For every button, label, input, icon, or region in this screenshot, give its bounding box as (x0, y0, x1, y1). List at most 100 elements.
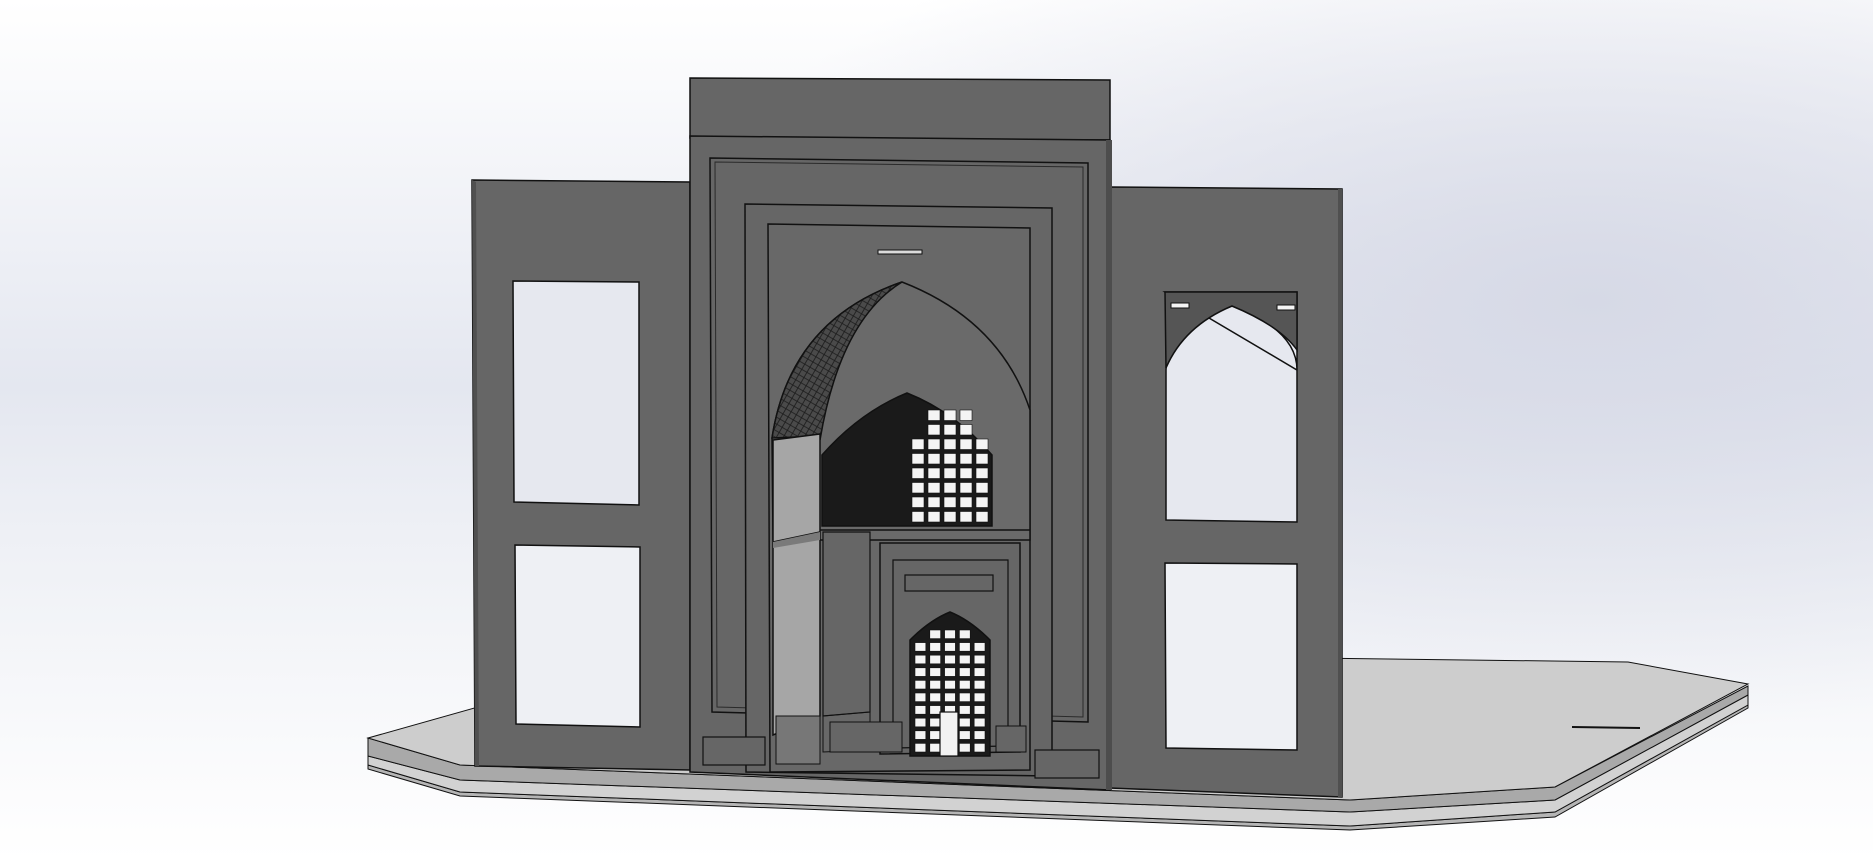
niche-base-panel-2 (829, 721, 903, 753)
lattice-cell (959, 654, 971, 665)
right-lower-window (1164, 562, 1298, 751)
lattice-cell (975, 438, 989, 450)
entrance-door (939, 711, 959, 757)
portal-base-panel-left (702, 736, 766, 766)
niche-side-wall (772, 433, 821, 737)
lattice-cell (911, 467, 925, 479)
lattice-cell (911, 496, 925, 508)
lattice-cell (975, 496, 989, 508)
lattice-cell (927, 496, 941, 508)
lattice-cell (927, 467, 941, 479)
lattice-cell (943, 424, 957, 436)
portal-parapet (689, 77, 1111, 141)
niche-lower-side-panel (822, 531, 871, 717)
lattice-cell (959, 743, 971, 753)
lattice-cell (929, 642, 941, 652)
lattice-cell (959, 692, 971, 702)
lattice-cell (959, 680, 971, 690)
lattice-cell (911, 453, 925, 465)
lattice-cell (973, 642, 986, 652)
lattice-cell (959, 717, 971, 728)
lattice-cell (929, 692, 941, 702)
lattice-cell (911, 511, 925, 523)
central-portal (689, 77, 1112, 791)
lattice-cell (973, 654, 986, 665)
lattice-cell (914, 667, 927, 677)
lattice-cell (944, 667, 956, 677)
lattice-cell (973, 692, 986, 702)
lattice-cell (927, 453, 941, 465)
lattice-cell (929, 705, 941, 715)
lattice-cell (929, 730, 941, 740)
lattice-cell (943, 496, 957, 508)
lattice-cell (973, 717, 986, 728)
lattice-cell (943, 467, 957, 479)
lattice-cell (959, 424, 973, 436)
right-spandrel-slot-right (1276, 304, 1296, 311)
left-upper-window (512, 280, 640, 506)
lattice-cell (929, 667, 941, 677)
lattice-cell (944, 680, 956, 690)
lattice-cell (944, 629, 956, 639)
lattice-cell (914, 654, 927, 665)
lattice-cell (914, 642, 927, 652)
lattice-cell (929, 629, 941, 639)
lattice-cell (959, 730, 971, 740)
niche-base-panel-1 (775, 715, 821, 765)
model-scene (0, 0, 1873, 860)
lattice-cell (975, 482, 989, 494)
lattice-cell (929, 717, 941, 728)
lattice-cell (927, 482, 941, 494)
cad-viewport[interactable] (0, 0, 1873, 860)
lattice-cell (973, 680, 986, 690)
lattice-cell (944, 654, 956, 665)
lattice-cell (959, 453, 973, 465)
right-wing-wall (1109, 186, 1343, 798)
lattice-cell (943, 482, 957, 494)
lattice-cell (943, 511, 957, 523)
lattice-cell (914, 730, 927, 740)
lattice-cell (959, 667, 971, 677)
lattice-cell (959, 438, 973, 450)
lattice-cell (973, 705, 986, 715)
lattice-cell (929, 743, 941, 753)
lattice-cell (975, 511, 989, 523)
lattice-cell (943, 438, 957, 450)
lattice-cell (959, 629, 971, 639)
lattice-cell (944, 642, 956, 652)
portal-base-panel-right (1034, 749, 1100, 779)
right-spandrel-slot-left (1170, 302, 1190, 309)
lattice-cell (975, 467, 989, 479)
lattice-cell (927, 409, 941, 421)
lattice-cell (914, 743, 927, 753)
lattice-cell (927, 438, 941, 450)
entrance-transom (904, 574, 994, 592)
lattice-cell (973, 667, 986, 677)
lattice-cell (911, 482, 925, 494)
lattice-cell (959, 511, 973, 523)
lattice-cell (959, 705, 971, 715)
portal-top-slot (877, 249, 923, 255)
lattice-cell (929, 680, 941, 690)
lattice-cell (973, 743, 986, 753)
lattice-cell (911, 438, 925, 450)
lattice-cell (943, 453, 957, 465)
lattice-cell (929, 654, 941, 665)
lattice-cell (914, 692, 927, 702)
lattice-cell (914, 680, 927, 690)
lattice-cell (914, 717, 927, 728)
lattice-cell (944, 692, 956, 702)
niche-base-panel-3 (995, 725, 1027, 753)
lattice-cell (959, 496, 973, 508)
lattice-cell (973, 730, 986, 740)
lattice-cell (959, 642, 971, 652)
lattice-cell (914, 705, 927, 715)
lattice-cell (959, 482, 973, 494)
lattice-cell (959, 467, 973, 479)
lattice-cell (943, 409, 957, 421)
lattice-cell (975, 453, 989, 465)
lattice-cell (927, 511, 941, 523)
left-wing-wall (471, 179, 691, 771)
lattice-cell (927, 424, 941, 436)
lattice-cell (959, 409, 973, 421)
